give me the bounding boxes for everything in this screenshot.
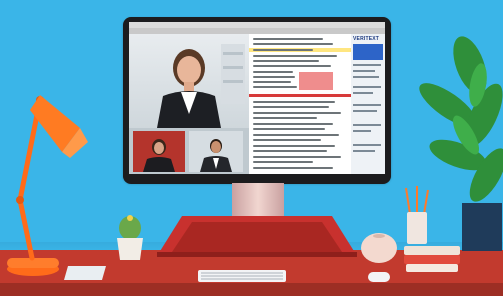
transcript-line — [253, 156, 341, 158]
keyboard-icon[interactable] — [198, 270, 286, 282]
transcript-line — [253, 86, 297, 88]
participant-icon — [143, 139, 175, 172]
vase-icon — [361, 233, 397, 263]
transcript-line — [253, 38, 323, 40]
sidebar-panel: VERITEXT — [351, 34, 385, 174]
transcript-line — [253, 55, 337, 57]
sidebar-line — [353, 64, 381, 66]
transcript-panel[interactable] — [249, 34, 351, 174]
sidebar-line — [353, 150, 375, 152]
desk-lamp-icon — [7, 95, 88, 276]
transcript-line — [253, 117, 317, 119]
cactus-icon — [117, 215, 143, 260]
transcript-line — [253, 71, 293, 73]
books-icon — [404, 246, 460, 272]
transcript-line — [253, 112, 341, 114]
transcript-marker — [249, 94, 351, 97]
video-panel — [129, 34, 249, 174]
transcript-line — [253, 128, 325, 130]
participant-video-a[interactable] — [133, 131, 185, 172]
transcript-line — [253, 167, 333, 169]
transcript-line — [253, 81, 291, 83]
sidebar-line — [353, 110, 377, 112]
monitor-screen: VERITEXT — [129, 22, 385, 174]
sidebar-line — [353, 130, 371, 132]
notepad-icon — [64, 266, 106, 280]
annotation-block — [299, 72, 333, 90]
mouse-icon[interactable] — [368, 272, 390, 282]
transcript-line — [253, 161, 313, 163]
sidebar-line — [353, 124, 381, 126]
transcript-line — [253, 139, 321, 141]
transcript-line — [253, 76, 295, 78]
monitor-stand — [157, 216, 357, 257]
transcript-line — [253, 134, 339, 136]
transcript-line — [253, 43, 333, 45]
main-video-feed[interactable] — [129, 34, 249, 128]
sidebar-line — [353, 144, 381, 146]
sidebar-line — [353, 104, 381, 106]
transcript-line — [253, 150, 327, 152]
transcript-line — [253, 49, 313, 51]
sidebar-line — [353, 76, 379, 78]
desk-edge — [0, 283, 503, 296]
participant-video-b[interactable] — [189, 131, 243, 172]
transcript-line — [253, 60, 319, 62]
sidebar-line — [353, 86, 381, 88]
transcript-line — [253, 106, 329, 108]
transcript-line — [253, 145, 335, 147]
participant-icon — [200, 139, 232, 172]
brand-logo: VERITEXT — [353, 36, 380, 42]
transcript-line — [253, 101, 335, 103]
transcript-line — [253, 65, 331, 67]
promo-banner[interactable] — [353, 44, 383, 60]
sidebar-line — [353, 70, 375, 72]
speaker-icon — [157, 44, 245, 128]
transcript-line — [253, 123, 333, 125]
pencil-cup-icon — [405, 186, 429, 244]
sidebar-line — [353, 92, 373, 94]
